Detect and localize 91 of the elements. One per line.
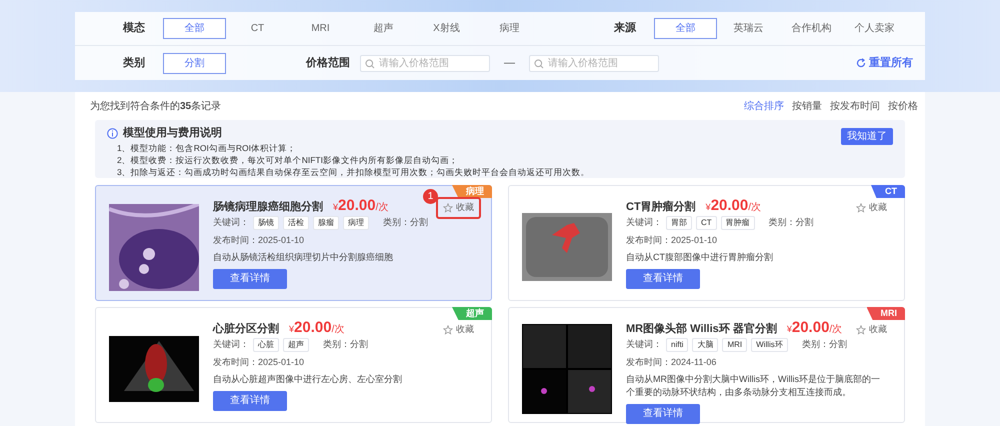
card-description: 自动从CT腹部图像中进行胃肿瘤分割 xyxy=(626,250,774,264)
keyword-tag: nifti xyxy=(666,338,688,352)
filter-option[interactable]: CT xyxy=(226,18,289,39)
view-details-button[interactable]: 查看详情 xyxy=(626,268,700,288)
filter-label: 来源 xyxy=(613,20,636,36)
filter-label: 类别 xyxy=(122,56,145,71)
card-title: CT胃肿瘤分割 xyxy=(626,200,696,215)
card-date: 发布时间：2025-01-10 xyxy=(213,356,306,369)
filter-label: 模态 xyxy=(122,20,145,36)
keyword-tag: 活检 xyxy=(283,216,309,230)
filter-option[interactable]: 合作机构 xyxy=(780,18,843,39)
filter-option[interactable]: 全部 xyxy=(654,18,717,39)
card-description: 自动从MR图像中分割大脑中Willis环，Willis环是位于脑底部的一个重要的动脉环状结构，由多条动脉分支相互连接而成。 xyxy=(626,372,881,398)
card-title: 心脏分区分割 xyxy=(213,322,279,337)
category-tag: MRI xyxy=(866,307,905,320)
keyword-tag: 病理 xyxy=(343,216,369,230)
model-card[interactable]: 心脏分区分割 ¥20.00/次 关键词： 心脏 超声 类别：分割 发布时间：2025-01-10 自动从心脏超声图像中进行左心房、左心室分割 查看详情 超声 收藏 xyxy=(95,307,492,423)
keyword-tag: 腺瘤 xyxy=(313,216,339,230)
model-card[interactable]: CT胃肿瘤分割 ¥20.00/次 关键词： 胃部 CT 胃肿瘤 类别：分割 发布时间：2025-01-10 自动从CT腹部图像中进行胃肿瘤分割 查看详情 CT 收藏 xyxy=(508,185,905,301)
filter-option[interactable]: 个人卖家 xyxy=(843,18,906,39)
keyword-tag: 超声 xyxy=(283,338,309,352)
filter-label: 价格范围 xyxy=(306,56,350,71)
keyword-tag: MRI xyxy=(722,338,748,352)
keyword-label: 关键词： xyxy=(626,216,662,230)
keyword-tag: 大脑 xyxy=(692,338,718,352)
range-separator: — xyxy=(504,56,515,71)
notice-line: 3、扣除与返还：勾画成功时勾画结果自动保存至云空间，并扣除模型可用次数；勾画失败时平台会自动返还可用次数。 xyxy=(117,166,591,178)
search-icon xyxy=(365,58,375,68)
card-date: 发布时间：2025-01-10 xyxy=(626,234,718,247)
filter-option[interactable]: 超声 xyxy=(352,18,415,39)
category-tag: CT xyxy=(871,185,905,198)
card-category: 类别：分割 xyxy=(768,216,814,230)
favorite-button[interactable]: 收藏 xyxy=(438,199,479,216)
star-icon xyxy=(856,202,866,213)
category-tag: 病理 xyxy=(452,185,492,198)
category-tag: 超声 xyxy=(452,307,492,320)
sort-option[interactable]: 按发布时间 xyxy=(830,98,880,114)
favorite-button[interactable]: 收藏 xyxy=(438,321,479,338)
keyword-tag: CT xyxy=(696,216,717,230)
annotation-marker: 1 xyxy=(423,189,438,204)
notice-line: 2、模型收费：按运行次数收费，每次可对单个NIFTI影像文件内所有影像层自动勾画； xyxy=(117,154,459,166)
keyword-tag: 胃肿瘤 xyxy=(720,216,755,230)
card-price: ¥20.00/次 xyxy=(786,318,842,338)
keyword-label: 关键词： xyxy=(213,338,249,352)
view-details-button[interactable]: 查看详情 xyxy=(626,404,700,424)
card-category: 类别：分割 xyxy=(323,338,368,352)
filter-option[interactable]: 病理 xyxy=(478,18,541,39)
model-card[interactable]: MR图像头部 Willis环 器官分割 ¥20.00/次 关键词： nifti 大脑 MRI Willis环 类别：分割 发布时间：2024-11-06 自动从MR图像中分割大脑中Willis环，Willis环是位于脑底部的一个重要的动脉环状结构，由多条动脉分支相互连接而成。 查看详情 MRI 收藏 xyxy=(508,307,905,423)
notice-line: 1、模型功能：包含ROI勾画与ROI体积计算； xyxy=(117,142,297,154)
favorite-button[interactable]: 收藏 xyxy=(851,321,892,338)
acknowledge-button[interactable]: 我知道了 xyxy=(841,128,893,145)
card-category: 类别：分割 xyxy=(383,216,428,230)
favorite-button[interactable]: 收藏 xyxy=(851,199,892,216)
star-icon xyxy=(443,324,453,335)
card-price: ¥20.00/次 xyxy=(333,196,388,216)
card-description: 自动从肠镜活检组织病理切片中分割腺癌细胞 xyxy=(213,250,394,264)
card-date: 发布时间：2025-01-10 xyxy=(213,234,306,247)
card-price: ¥20.00/次 xyxy=(289,318,344,338)
card-title: MR图像头部 Willis环 器官分割 xyxy=(626,322,777,337)
keyword-tag: 胃部 xyxy=(666,216,692,230)
filter-option[interactable]: 分割 xyxy=(163,52,226,74)
card-title: 肠镜病理腺癌细胞分割 xyxy=(213,200,323,215)
filter-option[interactable]: 全部 xyxy=(163,18,226,39)
view-details-button[interactable]: 查看详情 xyxy=(213,390,287,410)
card-date: 发布时间：2024-11-06 xyxy=(626,356,718,369)
refresh-icon xyxy=(856,58,866,68)
filter-option[interactable]: X射线 xyxy=(415,18,478,39)
card-category: 类别：分割 xyxy=(802,338,847,352)
info-icon xyxy=(107,128,118,139)
view-details-button[interactable]: 查看详情 xyxy=(213,268,287,288)
model-card[interactable]: 肠镜病理腺癌细胞分割 ¥20.00/次 关键词： 肠镜 活检 腺瘤 病理 类别：分割 发布时间：2025-01-10 自动从肠镜活检组织病理切片中分割腺癌细胞 查看详情 病理 收藏 1 xyxy=(95,185,492,301)
price-input-field[interactable]: 请输入价格范围 xyxy=(360,54,490,72)
keyword-label: 关键词： xyxy=(213,216,249,230)
keyword-tag: Willis环 xyxy=(751,338,788,352)
filter-option[interactable]: 英瑞云 xyxy=(717,18,780,39)
filter-option[interactable]: MRI xyxy=(289,18,352,39)
star-icon xyxy=(443,202,453,213)
keyword-label: 关键词： xyxy=(626,338,662,352)
notice-title: 模型使用与费用说明 xyxy=(123,126,222,141)
card-price: ¥20.00/次 xyxy=(706,196,762,216)
star-icon xyxy=(856,324,866,335)
keyword-tag: 肠镜 xyxy=(253,216,279,230)
sort-option[interactable]: 按价格 xyxy=(888,98,918,114)
reset-button[interactable]: 重置所有 xyxy=(856,54,913,72)
results-summary: 为您找到符合条件的35条记录 xyxy=(90,100,222,114)
search-icon xyxy=(534,58,544,68)
price-input-field[interactable]: 请输入价格范围 xyxy=(529,54,659,72)
card-description: 自动从心脏超声图像中进行左心房、左心室分割 xyxy=(213,372,403,386)
keyword-tag: 心脏 xyxy=(253,338,279,352)
sort-option[interactable]: 按销量 xyxy=(792,98,822,114)
sort-option[interactable]: 综合排序 xyxy=(744,98,784,114)
